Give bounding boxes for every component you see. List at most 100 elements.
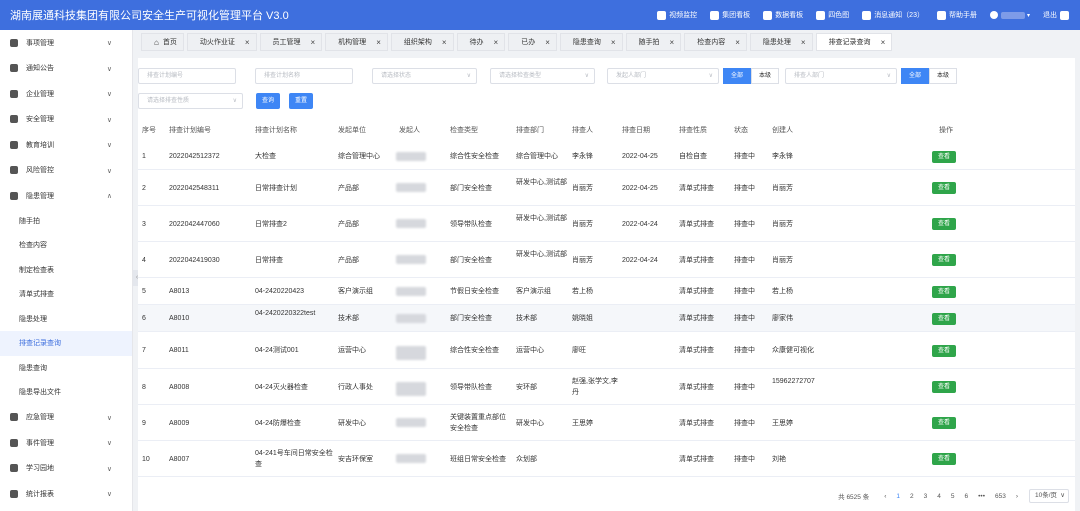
view-button[interactable]: 查看 bbox=[932, 453, 956, 465]
dept-this-toggle[interactable]: 本级 bbox=[751, 68, 779, 84]
page-3[interactable]: 3 bbox=[924, 493, 928, 500]
cell-creator: 若上杨 bbox=[772, 288, 793, 295]
next-page-icon[interactable]: › bbox=[1016, 493, 1018, 500]
close-icon[interactable]: × bbox=[611, 38, 616, 47]
page-5[interactable]: 5 bbox=[951, 493, 955, 500]
search-button[interactable]: 查询 bbox=[256, 93, 280, 109]
page-4[interactable]: 4 bbox=[937, 493, 941, 500]
view-button[interactable]: 查看 bbox=[932, 285, 956, 298]
close-icon[interactable]: × bbox=[311, 38, 316, 47]
view-button[interactable]: 查看 bbox=[932, 312, 956, 325]
sidebar-subitem-6[interactable]: 隐患查询 bbox=[0, 356, 132, 381]
page-1[interactable]: 1 bbox=[896, 493, 900, 500]
topnav-message-notify[interactable]: 消息通知（23） bbox=[862, 10, 924, 20]
sidebar-subitem-5[interactable]: 排查记录查询 bbox=[0, 331, 132, 356]
sidebar-menu-menus_top-2[interactable]: 企业管理 ∨ bbox=[0, 81, 132, 107]
page-6[interactable]: 6 bbox=[965, 493, 969, 500]
page-size-select[interactable]: 10条/页 ∨ bbox=[1029, 489, 1069, 503]
tab-6[interactable]: 已办 × bbox=[508, 33, 557, 51]
sidebar-menu-menus_bottom-2[interactable]: 学习园地 ∨ bbox=[0, 456, 132, 482]
tab-5[interactable]: 待办 × bbox=[456, 33, 506, 51]
cell-unit: 产品部 bbox=[338, 220, 359, 228]
cell-no: 3 bbox=[142, 220, 146, 228]
cell-date: 2022-04-25 bbox=[622, 184, 658, 192]
prev-page-icon[interactable]: ‹ bbox=[884, 493, 886, 500]
sidebar-subitem-1[interactable]: 检查内容 bbox=[0, 233, 132, 258]
tab-8[interactable]: 随手拍 × bbox=[625, 33, 682, 51]
check-dept-select[interactable]: 排查人部门 ∨ bbox=[785, 68, 897, 84]
sidebar-menu-menus_bottom-1[interactable]: 事件管理 ∨ bbox=[0, 430, 132, 456]
tab-10[interactable]: 隐患处理 × bbox=[749, 33, 813, 51]
dept-select[interactable]: 发起人部门 ∨ bbox=[607, 68, 719, 84]
topnav-four-color-map[interactable]: 四色图 bbox=[816, 10, 849, 20]
view-button[interactable]: 查看 bbox=[932, 218, 956, 230]
tabs-bar: ⌂ 首页 动火作业证 × 员工管理 × 机构管理 × 组织架构 × 待办 × 已办 × 隐患查询 × 随手拍 × 检… bbox=[141, 33, 1080, 51]
page-2[interactable]: 2 bbox=[910, 493, 914, 500]
sidebar-subitem-0[interactable]: 随手拍 bbox=[0, 209, 132, 234]
tab-7[interactable]: 隐患查询 × bbox=[559, 33, 623, 51]
check-dept-all-toggle[interactable]: 全部 bbox=[901, 68, 929, 84]
user-menu[interactable]: ▾ bbox=[989, 11, 1030, 19]
sidebar-subitem-3[interactable]: 清单式排查 bbox=[0, 282, 132, 307]
topnav-help-manual[interactable]: 帮助手册 bbox=[936, 10, 977, 20]
close-icon[interactable]: × bbox=[442, 38, 447, 47]
initiator-redacted bbox=[396, 219, 426, 228]
view-button[interactable]: 查看 bbox=[932, 254, 956, 266]
tab-0[interactable]: ⌂ 首页 bbox=[141, 33, 184, 51]
view-button[interactable]: 查看 bbox=[932, 150, 956, 163]
plan-name-input[interactable]: 排查计划名称 bbox=[255, 68, 353, 84]
sidebar-menu-menus_top-3[interactable]: 安全管理 ∨ bbox=[0, 107, 132, 133]
sidebar-subitem-4[interactable]: 隐患处理 bbox=[0, 307, 132, 332]
tab-3[interactable]: 机构管理 × bbox=[325, 33, 388, 51]
close-icon[interactable]: × bbox=[670, 38, 675, 47]
sidebar-menu-menus_bottom-0[interactable]: 应急管理 ∨ bbox=[0, 405, 132, 431]
view-button[interactable]: 查看 bbox=[932, 381, 956, 393]
page-last[interactable]: 653 bbox=[995, 493, 1006, 500]
cell-name: 04-241号车间日常安全检查 bbox=[255, 450, 333, 468]
reset-button[interactable]: 重置 bbox=[289, 93, 313, 109]
chevron-icon: ∨ bbox=[106, 40, 112, 47]
sidebar-subitem-7[interactable]: 隐患导出文件 bbox=[0, 380, 132, 405]
plan-no-input[interactable]: 排查计划编号 bbox=[138, 68, 236, 84]
sidebar-subitem-2[interactable]: 制定检查表 bbox=[0, 258, 132, 283]
close-icon[interactable]: × bbox=[494, 38, 499, 47]
sidebar-menu-menus_top-4[interactable]: 教育培训 ∨ bbox=[0, 132, 132, 158]
topnav-video-monitor[interactable]: 视频监控 bbox=[657, 10, 697, 20]
check-type-select[interactable]: 请选择检查类型 ∨ bbox=[490, 68, 595, 84]
tab-11[interactable]: 排查记录查询 × bbox=[815, 33, 893, 51]
sidebar-menu-menus_top-1[interactable]: 通知公告 ∨ bbox=[0, 56, 132, 82]
check-dept-this-toggle[interactable]: 本级 bbox=[929, 68, 957, 84]
topnav-data-board[interactable]: 数据看板 bbox=[763, 10, 803, 20]
sidebar-menu-menus_bottom-3[interactable]: 统计报表 ∨ bbox=[0, 481, 132, 507]
dept-all-toggle[interactable]: 全部 bbox=[723, 68, 751, 84]
view-button[interactable]: 查看 bbox=[932, 344, 956, 357]
tab-9[interactable]: 检查内容 × bbox=[684, 33, 747, 51]
tab-4[interactable]: 组织架构 × bbox=[390, 33, 454, 51]
close-icon[interactable]: × bbox=[735, 38, 740, 47]
view-button[interactable]: 查看 bbox=[932, 182, 956, 194]
menu-icon bbox=[10, 140, 18, 149]
user-name-redacted bbox=[1000, 11, 1025, 19]
close-icon[interactable]: × bbox=[545, 38, 550, 47]
tab-1[interactable]: 动火作业证 × bbox=[186, 33, 257, 51]
tab-2[interactable]: 员工管理 × bbox=[259, 33, 323, 51]
cell-nature: 自检自查 bbox=[679, 153, 707, 160]
check-nature-select[interactable]: 请选择排查性质 ∨ bbox=[138, 93, 243, 109]
sidebar-menu-menus_top-5[interactable]: 风险管控 ∨ bbox=[0, 158, 132, 184]
page-ellipsis[interactable]: ••• bbox=[978, 493, 985, 500]
cell-dept: 客户演示组 bbox=[516, 288, 551, 295]
cell-creator: 王思婷 bbox=[772, 419, 793, 427]
close-icon[interactable]: × bbox=[376, 38, 381, 47]
cell-type: 领导带队检查 bbox=[450, 383, 492, 391]
view-button[interactable]: 查看 bbox=[932, 417, 956, 429]
sidebar-menu-menus_top-6[interactable]: 隐患管理 ∧ bbox=[0, 183, 132, 209]
status-select[interactable]: 请选择状态 ∨ bbox=[372, 68, 477, 84]
cell-dept: 研发中心,测试部 bbox=[516, 251, 567, 258]
initiator-redacted bbox=[396, 255, 426, 264]
close-icon[interactable]: × bbox=[801, 38, 806, 47]
sidebar-menu-menus_top-0[interactable]: 事项管理 ∨ bbox=[0, 30, 132, 56]
close-icon[interactable]: × bbox=[245, 38, 250, 47]
close-icon[interactable]: × bbox=[881, 38, 886, 47]
topnav-group-board[interactable]: 集团看板 bbox=[710, 10, 750, 20]
logout-button[interactable]: 退出 bbox=[1043, 10, 1072, 20]
